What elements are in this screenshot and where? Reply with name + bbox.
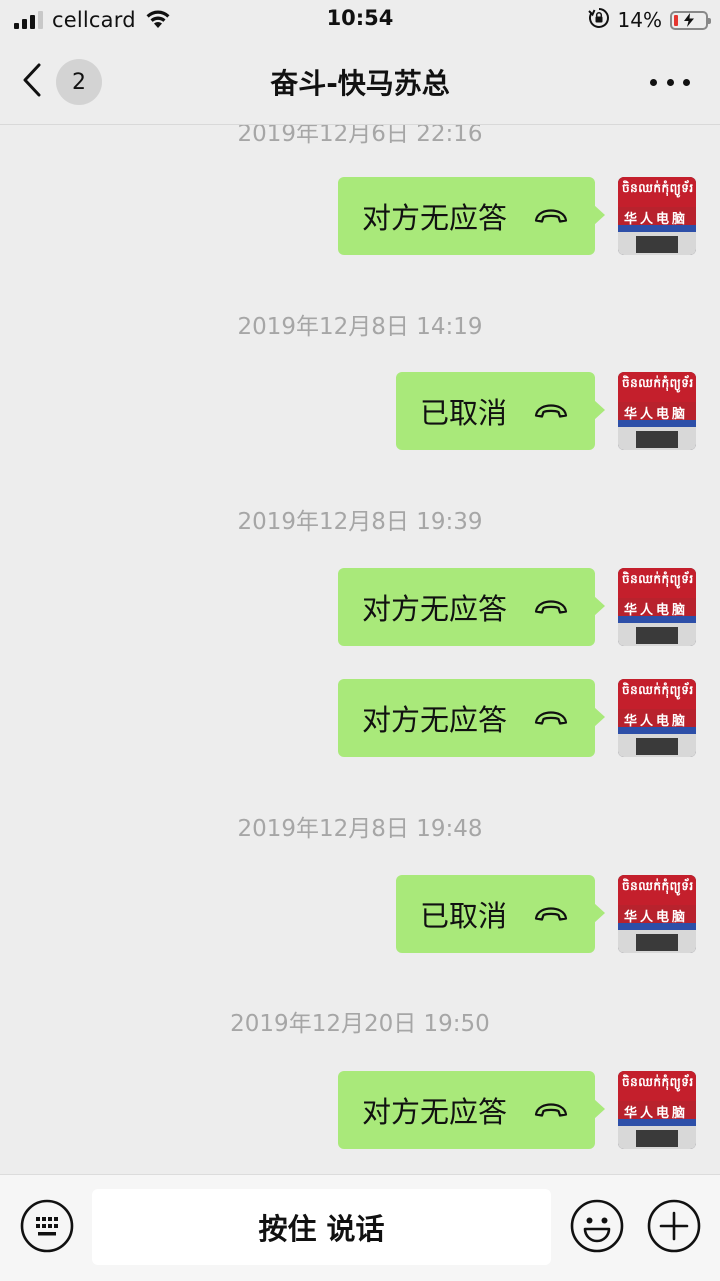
message-row: 对方无应答 ចិនឈក់កុំព្យូទ័រ 华人电脑 (337, 177, 696, 255)
message-row: 已取消 ចិនឈក់កុំព្យូទ័រ 华人电脑 (395, 372, 696, 450)
plus-icon (647, 1199, 701, 1257)
charging-bolt-icon (672, 13, 706, 28)
avatar[interactable]: ចិនឈក់កុំព្យូទ័រ 华人电脑 (618, 372, 696, 450)
call-status-text: 已取消 (419, 396, 507, 430)
call-message-bubble[interactable]: 对方无应答 (337, 177, 606, 255)
avatar-khmer-sign: ចិនឈក់កុំព្យូទ័រ (622, 1075, 694, 1089)
phone-hangup-icon (533, 1102, 569, 1118)
hold-to-talk-button[interactable]: 按住 说话 (92, 1189, 551, 1265)
battery-percent: 14% (617, 8, 662, 32)
input-bar: 按住 说话 (0, 1174, 720, 1281)
battery-icon (670, 10, 711, 30)
avatar-khmer-sign: ចិនឈក់កុំព្យូទ័រ (622, 376, 694, 390)
phone-hangup-icon (533, 710, 569, 726)
avatar[interactable]: ចិនឈក់កុំព្យូទ័រ 华人电脑 (618, 679, 696, 757)
emoji-button[interactable] (570, 1199, 624, 1253)
avatar-khmer-sign: ចិនឈក់កុំព្យូទ័រ (622, 572, 694, 586)
call-message-bubble[interactable]: 对方无应答 (337, 568, 606, 646)
avatar[interactable]: ចិនឈក់កុំព្យូទ័រ 华人电脑 (618, 177, 696, 255)
message-row: 对方无应答 ចិនឈក់កុំព្យូទ័រ 华人电脑 (337, 1071, 696, 1149)
call-status-text: 对方无应答 (361, 201, 507, 235)
message-timestamp: 2019年12月8日 14:19 (237, 314, 483, 340)
message-timestamp: 2019年12月20日 19:50 (230, 1011, 490, 1037)
avatar-khmer-sign: ចិនឈក់កុំព្យូទ័រ (622, 879, 694, 893)
avatar[interactable]: ចិនឈក់កុំព្យូទ័រ 华人电脑 (618, 875, 696, 953)
message-timestamp: 2019年12月6日 22:16 (237, 124, 483, 147)
more-options-button[interactable] (650, 66, 690, 98)
message-timestamp: 2019年12月8日 19:48 (237, 816, 483, 842)
chat-title: 奋斗-快马苏总 (270, 67, 450, 100)
more-functions-button[interactable] (647, 1199, 701, 1253)
message-row: 已取消 ចិនឈក់កុំព្យូទ័រ 华人电脑 (395, 875, 696, 953)
call-status-text: 对方无应答 (361, 1095, 507, 1129)
call-message-bubble[interactable]: 已取消 (395, 875, 606, 953)
phone-hangup-icon (533, 906, 569, 922)
message-row: 对方无应答 ចិនឈក់កុំព្យូទ័រ 华人电脑 (337, 679, 696, 757)
message-row: 对方无应答 ចិនឈក់កុំព្យូទ័រ 华人电脑 (337, 568, 696, 646)
message-list[interactable]: 2019年12月6日 22:16 对方无应答 ចិនឈក់កុំព្យូទ័រ … (0, 124, 720, 1174)
orientation-lock-icon (587, 7, 610, 33)
call-message-bubble[interactable]: 已取消 (395, 372, 606, 450)
call-status-text: 已取消 (419, 899, 507, 933)
status-bar-right: 14% (587, 6, 711, 34)
call-status-text: 对方无应答 (361, 592, 507, 626)
phone-hangup-icon (533, 403, 569, 419)
status-bar: cellcard 10:54 14% (0, 0, 720, 40)
avatar-khmer-sign: ចិនឈក់កុំព្យូទ័រ (622, 181, 694, 195)
phone-hangup-icon (533, 599, 569, 615)
message-timestamp: 2019年12月8日 19:39 (237, 509, 483, 535)
call-message-bubble[interactable]: 对方无应答 (337, 679, 606, 757)
keyboard-icon (20, 1199, 74, 1257)
keyboard-toggle-button[interactable] (20, 1199, 74, 1253)
chat-header: 2 奋斗-快马苏总 (0, 40, 720, 125)
avatar[interactable]: ចិនឈក់កុំព្យូទ័រ 华人电脑 (618, 1071, 696, 1149)
avatar-khmer-sign: ចិនឈក់កុំព្យូទ័រ (622, 683, 694, 697)
call-message-bubble[interactable]: 对方无应答 (337, 1071, 606, 1149)
phone-hangup-icon (533, 208, 569, 224)
avatar[interactable]: ចិនឈក់កុំព្យូទ័រ 华人电脑 (618, 568, 696, 646)
smiley-icon (570, 1199, 624, 1257)
call-status-text: 对方无应答 (361, 703, 507, 737)
